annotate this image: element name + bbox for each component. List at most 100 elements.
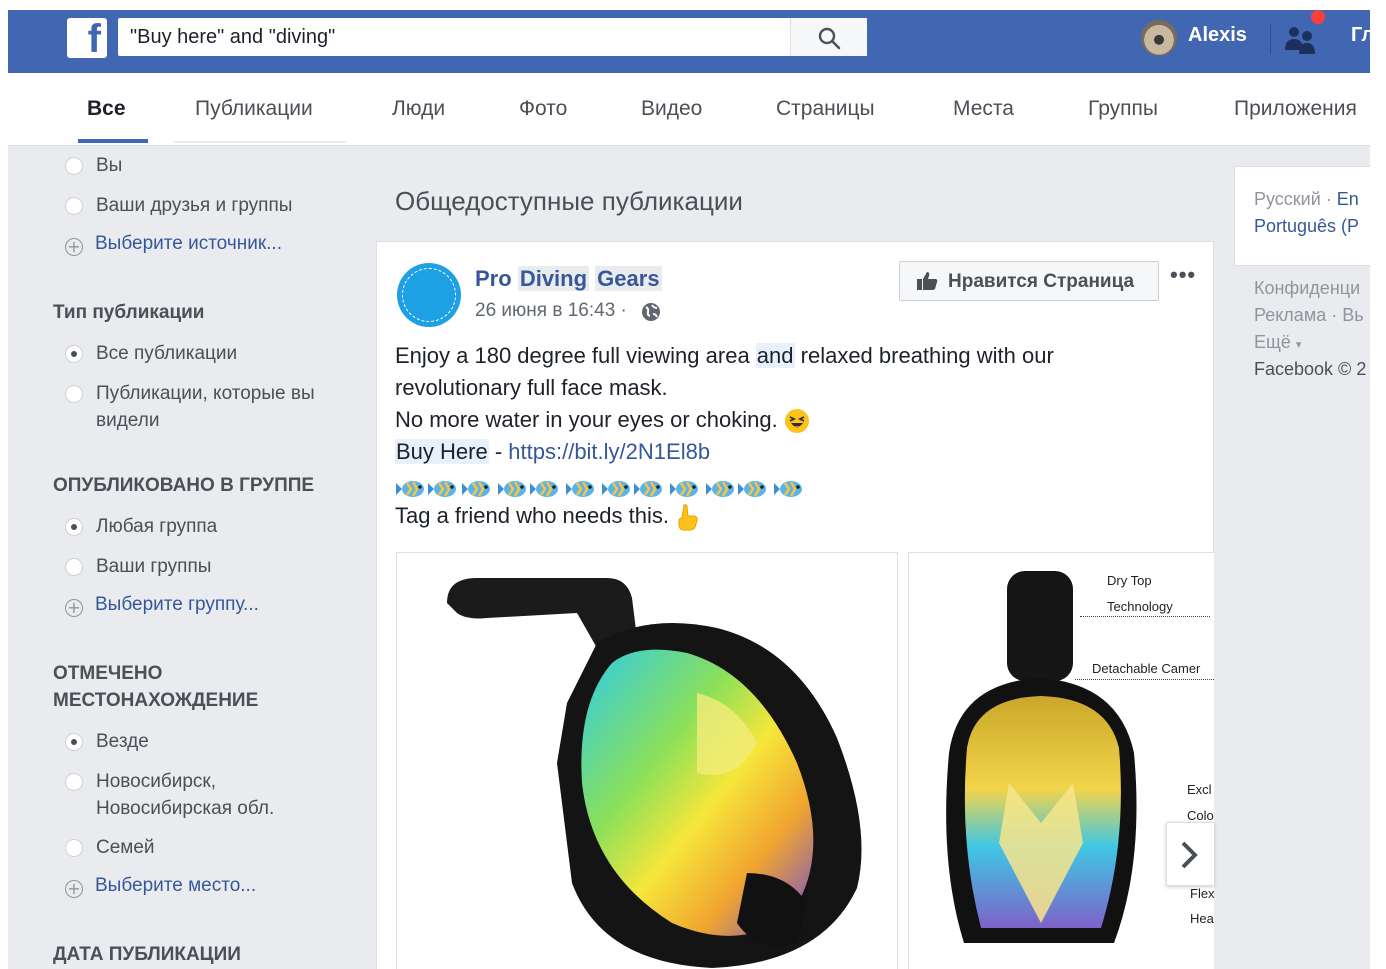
- image-annotation: Hea: [1190, 911, 1214, 926]
- page-name-word: Pro: [475, 266, 512, 291]
- post-image-mask-right[interactable]: [908, 552, 1214, 969]
- radio-your-groups[interactable]: [65, 558, 83, 576]
- separator: ·: [1320, 189, 1337, 209]
- current-language: Русский: [1254, 189, 1321, 209]
- tab-pages[interactable]: Страницы: [776, 97, 875, 121]
- chevron-down-icon: ▾: [1295, 339, 1302, 351]
- filter-option-label: Новосибирск, Новосибирская обл.: [96, 771, 275, 819]
- diving-mask-illustration: [447, 578, 862, 968]
- language-link-english[interactable]: En: [1337, 189, 1359, 209]
- search-icon: [818, 27, 841, 50]
- post-link[interactable]: https://bit.ly/2N1El8b: [508, 439, 710, 464]
- more-options-icon[interactable]: •••: [1170, 262, 1196, 288]
- footer-line: Реклама · Вь: [1254, 305, 1364, 325]
- friend-requests-icon[interactable]: [1280, 20, 1320, 60]
- search-button[interactable]: [790, 18, 867, 56]
- search-term-highlight: Buy Here: [395, 439, 489, 464]
- radio-source-you[interactable]: [65, 157, 83, 175]
- tab-videos[interactable]: Видео: [641, 97, 702, 121]
- next-image-button[interactable]: [1166, 822, 1214, 886]
- post-text-line: revolutionary full face mask.: [395, 375, 668, 400]
- plus-icon: +: [65, 880, 83, 898]
- tab-apps[interactable]: Приложения: [1234, 97, 1357, 121]
- annotation-line: [1075, 679, 1214, 680]
- text-segment: relaxed breathing with our: [794, 343, 1054, 368]
- page-name-word-highlight: Gears: [595, 266, 662, 291]
- active-tab-indicator: [78, 139, 148, 143]
- language-line: Русский · En: [1254, 189, 1359, 210]
- footer-link-privacy[interactable]: Конфиденци: [1254, 278, 1360, 299]
- like-page-button[interactable]: Нравится Страница: [899, 261, 1159, 301]
- post-text-line: Tag a friend who needs this.: [395, 503, 701, 531]
- post-text-line: Enjoy a 180 degree full viewing area and…: [395, 343, 1054, 369]
- fish-emoji-row: [395, 479, 804, 499]
- radio-seen-posts[interactable]: [65, 385, 83, 403]
- text-segment: -: [488, 439, 509, 464]
- notification-badge: [1311, 10, 1325, 24]
- page-avatar[interactable]: [397, 263, 461, 327]
- language-link-portuguese[interactable]: Português (P: [1254, 216, 1359, 237]
- search-input[interactable]: [118, 18, 788, 56]
- tab-photos[interactable]: Фото: [519, 97, 567, 121]
- avatar[interactable]: [1141, 20, 1177, 56]
- post-type-heading: Тип публикации: [53, 302, 205, 323]
- tab-hover-indicator: [174, 141, 346, 143]
- search-box: [118, 18, 867, 56]
- image-annotation: Technology: [1107, 599, 1173, 614]
- radio-semey[interactable]: [65, 839, 83, 857]
- text-segment: Enjoy a 180 degree full viewing area: [395, 343, 756, 368]
- choose-group-link[interactable]: Выберите группу...: [95, 594, 259, 616]
- filter-option-label: Публикации, которые вы видели: [96, 383, 315, 431]
- tab-all[interactable]: Все: [87, 97, 126, 121]
- choose-location-link[interactable]: Выберите место...: [95, 875, 256, 897]
- radio-novosibirsk[interactable]: [65, 773, 83, 791]
- search-term-highlight: and: [755, 343, 795, 368]
- radio-source-friends-groups[interactable]: [65, 197, 83, 215]
- post-text-line: Buy Here - https://bit.ly/2N1El8b: [395, 439, 710, 465]
- choose-source-link[interactable]: Выберите источник...: [95, 233, 282, 255]
- pointing-hand-emoji-icon: [678, 504, 698, 531]
- filter-option-label: Любая группа: [96, 516, 218, 537]
- text-segment: No more water in your eyes or choking.: [395, 407, 778, 432]
- radio-any-group[interactable]: [65, 518, 83, 536]
- filter-option-label: Семей: [96, 837, 155, 858]
- post-image-mask-left[interactable]: [396, 552, 898, 969]
- location-heading: ОТМЕЧЕНО МЕСТОНАХОЖДЕНИЕ: [53, 663, 259, 711]
- image-annotation: Flex: [1190, 886, 1215, 901]
- filter-option-label: Ваши друзья и группы: [96, 195, 293, 216]
- text-segment: Tag a friend who needs this.: [395, 503, 669, 528]
- section-title: Общедоступные публикации: [395, 186, 743, 216]
- like-page-label: Нравится Страница: [948, 271, 1135, 292]
- tab-places[interactable]: Места: [953, 97, 1014, 121]
- image-annotation: Colo: [1187, 808, 1214, 823]
- post-timestamp[interactable]: 26 июня в 16:43 ·: [475, 300, 627, 322]
- group-heading: ОПУБЛИКОВАНО В ГРУППЕ: [53, 475, 315, 496]
- search-tabs: Все Публикации Люди Фото Видео Страницы …: [8, 73, 1370, 146]
- user-name-link[interactable]: Alexis: [1188, 24, 1247, 47]
- radio-anywhere[interactable]: [65, 733, 83, 751]
- filter-option-label: Все публикации: [96, 343, 238, 364]
- tab-people[interactable]: Люди: [392, 97, 445, 121]
- footer-copyright: Facebook © 2: [1254, 359, 1367, 379]
- page-name-word-highlight: Diving: [517, 266, 590, 291]
- home-link[interactable]: Гл: [1351, 24, 1374, 47]
- divider: [1270, 24, 1271, 54]
- page-name-link[interactable]: Pro Diving Gears: [475, 266, 662, 292]
- chevron-right-icon: [1181, 841, 1198, 869]
- laughing-emoji-icon: [784, 409, 809, 434]
- radio-all-posts[interactable]: [65, 345, 83, 363]
- filter-option-label: Вы: [96, 155, 123, 176]
- globe-icon: [642, 303, 660, 321]
- facebook-logo[interactable]: f: [67, 17, 107, 61]
- filter-option-label: Ваши группы: [96, 556, 212, 577]
- footer-link[interactable]: Вь: [1342, 305, 1363, 325]
- footer-more-link[interactable]: Ещё ▾: [1254, 332, 1301, 353]
- tab-groups[interactable]: Группы: [1088, 97, 1158, 121]
- top-bar: f Alexis Гл: [8, 10, 1374, 73]
- annotation-line: [1080, 616, 1210, 617]
- date-heading: ДАТА ПУБЛИКАЦИИ: [53, 944, 241, 965]
- image-annotation: Detachable Camer: [1092, 661, 1201, 676]
- tab-posts[interactable]: Публикации: [195, 97, 313, 121]
- footer-link-ads[interactable]: Реклама: [1254, 305, 1326, 325]
- plus-icon: +: [65, 238, 83, 256]
